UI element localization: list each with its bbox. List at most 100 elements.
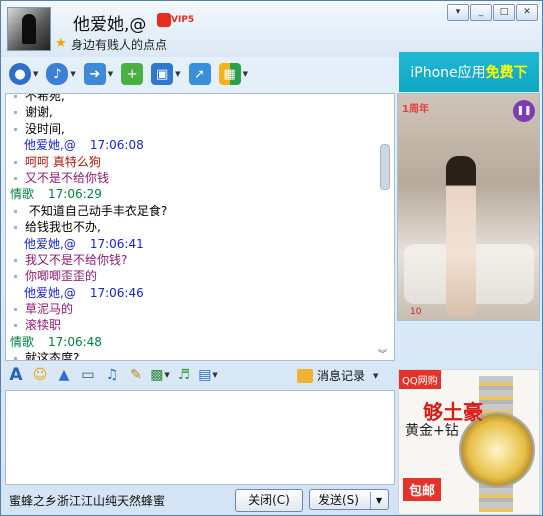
send-options-icon[interactable]: ▼ — [376, 490, 382, 511]
voice-call-icon: ♪ — [46, 63, 69, 85]
apps-icon: ▦ — [218, 63, 241, 85]
side-ad[interactable]: QQ网购 够土豪 黄金+钻 包邮 — [398, 369, 540, 515]
message-input[interactable] — [5, 390, 395, 485]
bullet-icon — [14, 275, 17, 279]
emoji-button[interactable]: ☺ — [29, 364, 51, 386]
message-time: 17:06:29 — [48, 187, 102, 202]
message-header: 情歌 17:06:29 — [6, 186, 378, 202]
sender-name[interactable]: 他爱她,@ — [24, 286, 76, 300]
message-line: 我又不是不给你钱? — [6, 252, 378, 268]
send-file-button[interactable]: ➜ ▼ — [82, 61, 115, 87]
banner-highlight: 免费下 — [485, 65, 528, 81]
pause-icon[interactable]: ❚❚ — [513, 100, 535, 122]
message-time: 17:06:46 — [89, 285, 144, 300]
chevron-down-icon[interactable]: ▼ — [175, 70, 180, 78]
bell-button[interactable]: ▲ — [53, 364, 75, 386]
history-icon — [297, 368, 313, 383]
avatar[interactable] — [7, 7, 51, 51]
chevron-down-icon[interactable]: ▼ — [373, 372, 378, 380]
group-chat-icon: + — [121, 63, 144, 85]
minimize-button[interactable]: _ — [470, 4, 492, 21]
contact-nickname[interactable]: 他爱她,@ — [73, 10, 146, 35]
chevron-down-icon[interactable]: ▼ — [33, 70, 38, 78]
font-button[interactable]: A — [5, 364, 27, 386]
message-text: 谢谢, — [25, 105, 53, 120]
capture-button[interactable]: ▭ — [77, 364, 99, 386]
chat-toolbar: ● ▼ ♪ ▼ ➜ ▼ + ▣ ▼ ➚ ▦ ▼ — [1, 57, 397, 91]
send-label: 发送(S) — [318, 493, 359, 507]
message-text: 草泥马的 — [25, 302, 74, 317]
bullet-icon — [14, 324, 17, 328]
sender-name[interactable]: 情歌 — [10, 187, 34, 201]
vip-crown-icon — [157, 13, 171, 27]
message-text: 就这态度? — [25, 351, 80, 361]
message-line: 谢谢, — [6, 104, 378, 120]
message-time: 17:06:48 — [48, 334, 102, 349]
voice-call-button[interactable]: ♪ ▼ — [44, 61, 77, 87]
message-header: 他爱她,@ 17:06:08 — [6, 137, 378, 153]
message-list: 不希宛, 谢谢, 没时间, 他爱她,@ 17:06:08 呵呵 真特么狗 又不是不给你钱 情歌… — [6, 94, 378, 361]
scribble-icon: ✎ — [130, 367, 142, 383]
message-text: 给钱我也不办, — [25, 220, 101, 235]
bullet-icon — [14, 357, 17, 360]
close-chat-button[interactable]: 关闭(C) — [235, 489, 303, 512]
message-text: 我又不是不给你钱? — [25, 252, 128, 267]
scribble-button[interactable]: ✎ — [125, 364, 147, 386]
message-text: 不知道自己动手丰衣足食? — [25, 203, 168, 218]
star-icon: ★ — [55, 36, 67, 51]
voice-msg-button[interactable]: ♫ — [101, 364, 123, 386]
ad-cta[interactable]: 包邮 — [403, 478, 442, 501]
chevron-down-icon[interactable]: ▼ — [164, 371, 169, 379]
sender-name[interactable]: 情歌 — [10, 335, 34, 349]
history-label: 消息记录 — [317, 369, 366, 383]
message-text: 滚犊职 — [25, 318, 62, 333]
send-button[interactable]: 发送(S) ▼ — [309, 489, 389, 510]
viewer-count: 10 — [410, 307, 422, 317]
message-line: 草泥马的 — [6, 301, 378, 317]
apps-button[interactable]: ▦ ▼ — [217, 61, 250, 87]
message-history[interactable]: 不希宛, 谢谢, 没时间, 他爱她,@ 17:06:08 呵呵 真特么狗 又不是不给你钱 情歌… — [5, 93, 395, 361]
chevron-down-icon[interactable]: ▼ — [243, 70, 248, 78]
bullet-icon — [14, 95, 17, 98]
screen-share-icon: ➚ — [188, 63, 211, 85]
vip-label: VIP5 — [171, 15, 195, 25]
banner-text: iPhone应用 — [410, 65, 486, 81]
chevron-down-icon[interactable]: ▼ — [212, 371, 217, 379]
sender-name[interactable]: 他爱她,@ — [24, 237, 76, 251]
font-icon: A — [9, 365, 23, 385]
banner-ad[interactable]: iPhone应用 免费下 — [399, 52, 539, 92]
skin-button[interactable]: ▾ — [447, 4, 469, 21]
message-time: 17:06:08 — [89, 138, 144, 153]
music-button[interactable]: ♬ — [173, 364, 195, 386]
screenshot-icon: ▤ — [198, 367, 212, 383]
collapse-icon[interactable]: ︾ — [378, 347, 387, 360]
message-text: 呵呵 真特么狗 — [25, 154, 101, 169]
music-icon: ♬ — [177, 367, 191, 383]
close-button[interactable]: ✕ — [516, 4, 538, 21]
bullet-icon — [14, 258, 17, 262]
remote-assist-button[interactable]: ▣ ▼ — [149, 61, 182, 87]
video-call-button[interactable]: ● ▼ — [7, 61, 40, 87]
message-history-button[interactable]: 消息记录 ▼ — [297, 367, 378, 384]
remote-assist-icon: ▣ — [151, 63, 174, 85]
maximize-button[interactable]: □ — [493, 4, 515, 21]
chevron-down-icon[interactable]: ▼ — [70, 70, 75, 78]
scrollbar-thumb[interactable] — [380, 144, 390, 190]
video-call-icon: ● — [9, 63, 31, 85]
screen-share-button[interactable]: ➚ — [187, 61, 213, 87]
image-button[interactable]: ▩ ▼ — [149, 364, 171, 386]
footer-ad[interactable]: 蜜蜂之乡浙江江山纯天然蜂蜜 — [9, 492, 165, 509]
group-chat-button[interactable]: + — [119, 61, 145, 87]
bullet-icon — [14, 127, 17, 131]
chevron-down-icon[interactable]: ▼ — [108, 70, 113, 78]
send-separator — [370, 492, 371, 509]
message-line: 给钱我也不办, — [6, 219, 378, 235]
message-line: 你唧唧歪歪的 — [6, 268, 378, 284]
screenshot-button[interactable]: ▤ ▼ — [197, 364, 219, 386]
vip-badge[interactable]: VIP5 — [157, 13, 197, 29]
chat-window: 他爱她,@ VIP5 ★ 身边有贱人的点点 ▾ _ □ ✕ ● ▼ ♪ ▼ ➜ ▼ +… — [0, 0, 543, 516]
video-panel[interactable]: 1周年 ❚❚ 10 — [397, 93, 540, 321]
bullet-icon — [14, 308, 17, 312]
message-text: 没时间, — [25, 121, 65, 136]
sender-name[interactable]: 他爱她,@ — [24, 138, 76, 152]
